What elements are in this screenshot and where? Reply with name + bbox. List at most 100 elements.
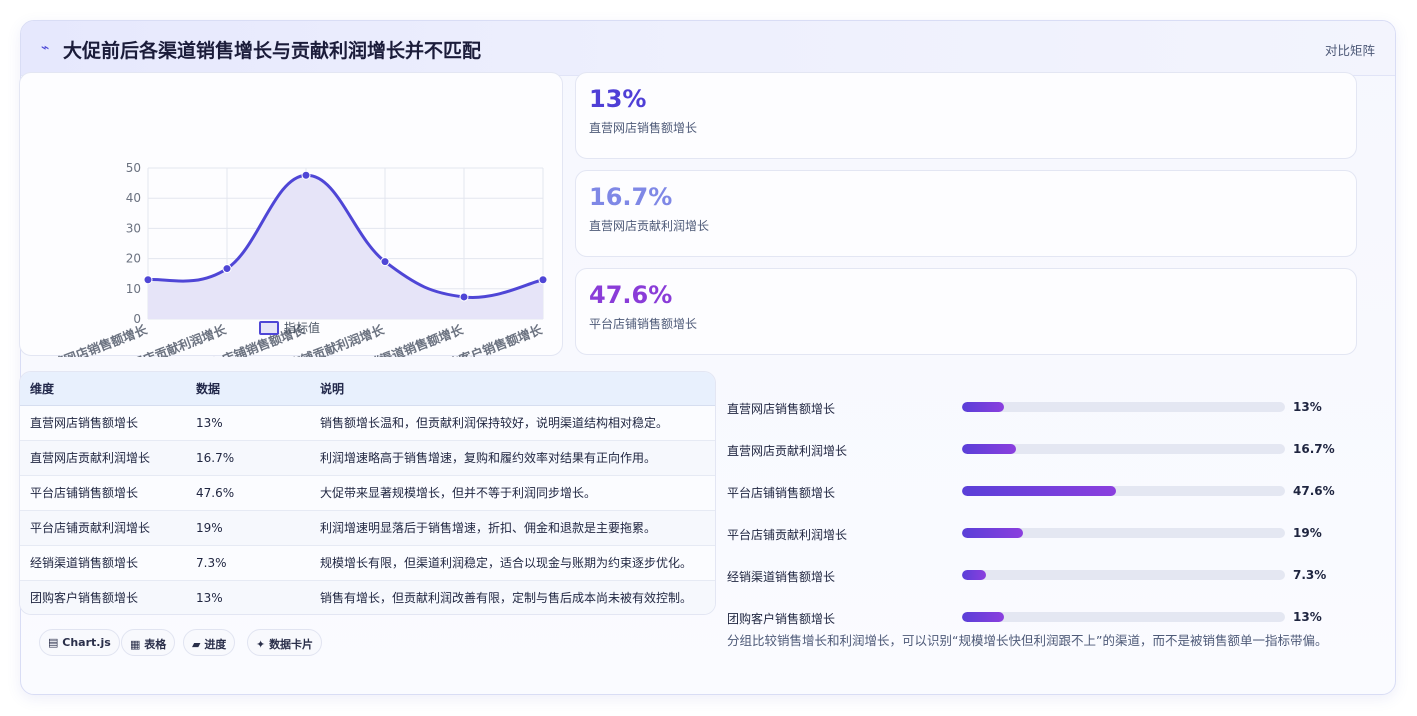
data-point: [380, 257, 390, 267]
data-table-card: 维度 数据 说明 直营网店销售额增长 13% 销售额增长温和，但贡献利润保持较好…: [19, 371, 716, 615]
legend-swatch: [259, 321, 279, 335]
table-row: 平台店铺销售额增长 47.6% 大促带来显著规模增长，但并不等于利润同步增长。: [20, 474, 715, 510]
column-header: 数据: [186, 372, 310, 406]
chip-table[interactable]: ▦ 表格: [121, 629, 176, 656]
progress-label: 平台店铺贡献利润增长: [727, 528, 848, 542]
progress-value: 47.6%: [1293, 484, 1335, 498]
progress-row: 团购客户销售额增长 13%: [727, 609, 1347, 627]
progress-row: 平台店铺销售额增长 47.6%: [727, 483, 1347, 501]
progress-value: 16.7%: [1293, 442, 1335, 456]
kpi-card: 13% 直营网店销售额增长: [575, 72, 1357, 159]
progress-label: 经销渠道销售额增长: [727, 570, 836, 584]
data-point: [301, 170, 311, 180]
chip-data-card[interactable]: ✦ 数据卡片: [247, 629, 323, 656]
progress-value: 7.3%: [1293, 568, 1327, 582]
y-tick-label: 20: [126, 252, 141, 266]
table-cell: 直营网店销售额增长: [20, 404, 186, 440]
chip-chartjs[interactable]: ▤ Chart.js: [39, 629, 120, 656]
trend-icon: ⌁: [41, 40, 50, 56]
progress-value: 19%: [1293, 526, 1322, 540]
table-cell: 利润增速略高于销售增速，复购和履约效率对结果有正向作用。: [310, 439, 715, 475]
progress-value: 13%: [1293, 400, 1322, 414]
table-cell: 7.3%: [186, 544, 310, 580]
chart-icon: ▤: [48, 636, 59, 649]
y-tick-label: 50: [126, 161, 141, 175]
table-cell: 销售有增长，但贡献利润改善有限，定制与售后成本尚未被有效控制。: [310, 579, 715, 614]
progress-track: [962, 486, 1285, 496]
table-cell: 利润增速明显落后于销售增速，折扣、佣金和退款是主要拖累。: [310, 509, 715, 545]
data-point: [143, 275, 153, 285]
column-header: 说明: [310, 372, 715, 406]
progress-label: 团购客户销售额增长: [727, 612, 836, 626]
table-row: 平台店铺贡献利润增长 19% 利润增速明显落后于销售增速，折扣、佣金和退款是主要…: [20, 509, 715, 545]
kpi-label: 直营网店销售额增长: [589, 121, 698, 135]
table-row: 直营网店销售额增长 13% 销售额增长温和，但贡献利润保持较好，说明渠道结构相对…: [20, 404, 715, 440]
line-chart: 01020304050直营网店销售额增长直营网店贡献利润增长平台店铺销售额增长平…: [39, 161, 548, 357]
progress-label: 直营网店销售额增长: [727, 402, 836, 416]
progress-fill: [962, 486, 1116, 496]
data-table: 维度 数据 说明 直营网店销售额增长 13% 销售额增长温和，但贡献利润保持较好…: [20, 372, 715, 614]
chip-label: 表格: [144, 638, 167, 651]
progress-row: 直营网店贡献利润增长 16.7%: [727, 441, 1347, 459]
table-header-row: 维度 数据 说明: [20, 372, 715, 406]
y-tick-label: 10: [126, 282, 141, 296]
kpi-card: 16.7% 直营网店贡献利润增长: [575, 170, 1357, 257]
y-tick-label: 30: [126, 221, 141, 235]
table-row: 直营网店贡献利润增长 16.7% 利润增速略高于销售增速，复购和履约效率对结果有…: [20, 439, 715, 475]
kpi-value: 47.6%: [589, 281, 673, 309]
table-cell: 销售额增长温和，但贡献利润保持较好，说明渠道结构相对稳定。: [310, 404, 715, 440]
table-cell: 47.6%: [186, 474, 310, 510]
kpi-label: 平台店铺销售额增长: [589, 317, 698, 331]
table-icon: ▦: [130, 638, 141, 651]
kpi-value: 13%: [589, 85, 647, 113]
kpi-card: 47.6% 平台店铺销售额增长: [575, 268, 1357, 355]
table-cell: 13%: [186, 579, 310, 614]
progress-track: [962, 402, 1285, 412]
table-cell: 13%: [186, 404, 310, 440]
table-cell: 经销渠道销售额增长: [20, 544, 186, 580]
table-cell: 规模增长有限，但渠道利润稳定，适合以现金与账期为约束逐步优化。: [310, 544, 715, 580]
table-row: 团购客户销售额增长 13% 销售有增长，但贡献利润改善有限，定制与售后成本尚未被…: [20, 579, 715, 614]
column-header: 维度: [20, 372, 186, 406]
sparkle-icon: ✦: [256, 638, 266, 651]
progress-fill: [962, 444, 1016, 454]
progress-track: [962, 570, 1285, 580]
table-cell: 直营网店贡献利润增长: [20, 439, 186, 475]
data-point: [222, 264, 232, 274]
panel-header: ⌁ 大促前后各渠道销售增长与贡献利润增长并不匹配 对比矩阵: [21, 21, 1395, 76]
kpi-value: 16.7%: [589, 183, 673, 211]
y-tick-label: 40: [126, 191, 141, 205]
progress-fill: [962, 528, 1024, 538]
table-cell: 19%: [186, 509, 310, 545]
data-point: [538, 275, 548, 285]
legend-label: 指标值: [284, 320, 320, 335]
line-chart-card: 0 10 20 30 40 50 直营网店销售额增长 直营网店贡献利润增长 平台店铺销售额增长平…: [19, 72, 563, 357]
data-point: [459, 292, 469, 302]
progress-label: 直营网店贡献利润增长: [727, 444, 848, 458]
table-row: 经销渠道销售额增长 7.3% 规模增长有限，但渠道利润稳定，适合以现金与账期为约…: [20, 544, 715, 580]
table-cell: 大促带来显著规模增长，但并不等于利润同步增长。: [310, 474, 715, 510]
table-cell: 平台店铺贡献利润增长: [20, 509, 186, 545]
progress-row: 平台店铺贡献利润增长 19%: [727, 525, 1347, 543]
progress-icon: ▰: [192, 638, 201, 651]
x-tick-label: 直营网店销售额增长: [39, 322, 150, 357]
progress-label: 平台店铺销售额增长: [727, 486, 836, 500]
progress-track: [962, 444, 1285, 454]
chip-label: 数据卡片: [269, 638, 314, 651]
panel-title: 大促前后各渠道销售增长与贡献利润增长并不匹配: [63, 40, 482, 62]
table-cell: 团购客户销售额增长: [20, 579, 186, 614]
progress-fill: [962, 570, 986, 580]
footnote: 分组比较销售增长和利润增长，可以识别“规模增长快但利润跟不上”的渠道，而不是被销…: [727, 633, 1328, 648]
kpi-label: 直营网店贡献利润增长: [589, 219, 710, 233]
chip-label: 进度: [204, 638, 227, 651]
progress-track: [962, 528, 1285, 538]
progress-row: 直营网店销售额增长 13%: [727, 399, 1347, 417]
chip-label: Chart.js: [62, 636, 111, 649]
matrix-badge: 对比矩阵: [1324, 43, 1375, 58]
table-cell: 16.7%: [186, 439, 310, 475]
progress-fill: [962, 612, 1004, 622]
chip-progress[interactable]: ▰ 进度: [183, 629, 236, 656]
progress-fill: [962, 402, 1004, 412]
table-cell: 平台店铺销售额增长: [20, 474, 186, 510]
progress-row: 经销渠道销售额增长 7.3%: [727, 567, 1347, 585]
